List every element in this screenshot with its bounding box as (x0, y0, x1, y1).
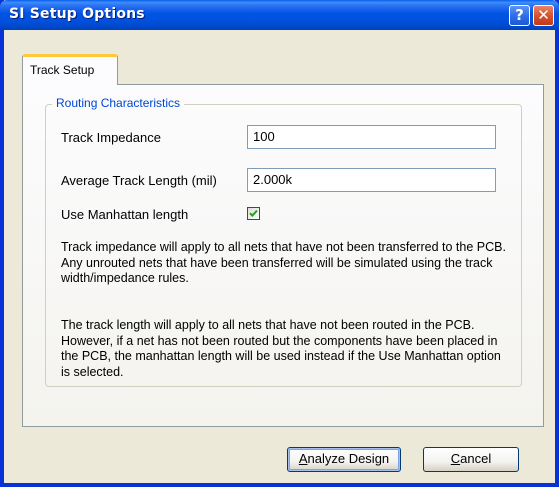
checkmark-icon (249, 209, 258, 218)
analyze-design-button[interactable]: Analyze Design (287, 447, 401, 472)
track-impedance-description: Track impedance will apply to all nets t… (61, 240, 506, 285)
average-track-length-label: Average Track Length (mil) (61, 173, 217, 188)
track-impedance-label: Track Impedance (61, 130, 161, 145)
tab-label: Track Setup (30, 63, 95, 77)
cancel-button[interactable]: Cancel (423, 447, 519, 472)
help-icon: ? (515, 6, 524, 24)
help-button[interactable]: ? (509, 5, 530, 26)
group-title: Routing Characteristics (52, 96, 185, 110)
track-length-description: The track length will apply to all nets … (61, 318, 501, 379)
analyze-mnemonic: A (298, 451, 308, 466)
cancel-label: ancel (460, 451, 492, 466)
window-title: SI Setup Options (9, 6, 145, 22)
close-icon: ✕ (537, 6, 550, 24)
title-bar[interactable]: SI Setup Options ? ✕ (0, 0, 559, 30)
track-impedance-input[interactable]: 100 (247, 125, 496, 149)
close-button[interactable]: ✕ (533, 5, 554, 26)
tab-track-setup[interactable]: Track Setup (22, 54, 118, 85)
use-manhattan-length-label: Use Manhattan length (61, 207, 189, 222)
cancel-mnemonic: C (450, 451, 461, 466)
use-manhattan-length-checkbox[interactable] (247, 207, 260, 220)
average-track-length-input[interactable]: 2.000k (247, 168, 496, 192)
analyze-label: nalyze Design (307, 451, 390, 466)
